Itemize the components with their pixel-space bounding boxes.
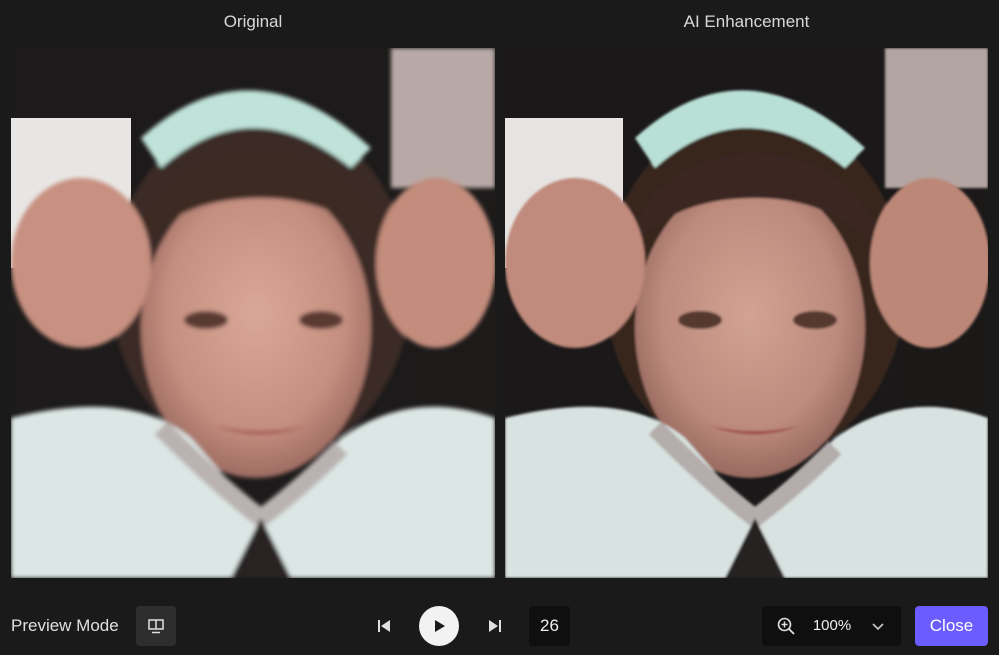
- enhanced-video-frame: [505, 48, 988, 578]
- frame-number-display[interactable]: 26: [529, 606, 570, 646]
- play-icon: [435, 620, 445, 632]
- close-button[interactable]: Close: [915, 606, 988, 646]
- preview-mode-label: Preview Mode: [11, 616, 119, 635]
- original-video-frame: [11, 48, 495, 578]
- zoom-in-icon[interactable]: [776, 616, 796, 636]
- skip-previous-icon: [378, 620, 390, 632]
- chevron-down-icon[interactable]: [870, 618, 886, 634]
- enhanced-panel-title: AI Enhancement: [683, 12, 810, 31]
- play-button[interactable]: [419, 606, 459, 646]
- next-frame-button[interactable]: [481, 612, 509, 640]
- playback-toolbar: Preview Mode 26 100% Close: [0, 596, 999, 655]
- zoom-level-value: 100%: [812, 617, 852, 634]
- preview-mode-button[interactable]: [136, 606, 176, 646]
- previous-frame-button[interactable]: [370, 612, 398, 640]
- original-panel-title: Original: [223, 12, 283, 31]
- monitor-icon: [148, 619, 164, 634]
- skip-next-icon: [489, 620, 501, 632]
- zoom-control[interactable]: 100%: [762, 606, 901, 646]
